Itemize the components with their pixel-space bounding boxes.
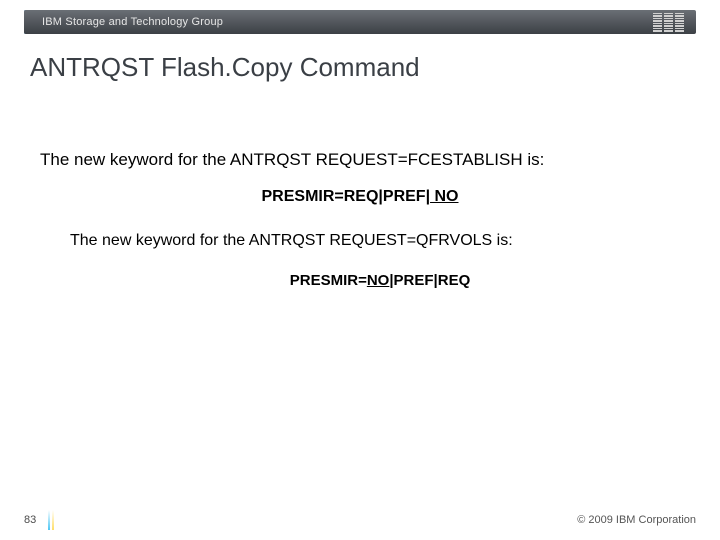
department-label: IBM Storage and Technology Group bbox=[42, 16, 223, 28]
code2-suffix: |PREF|REQ bbox=[389, 272, 470, 289]
footer: 83 © 2009 IBM Corporation bbox=[24, 514, 696, 526]
ibm-logo-icon bbox=[653, 13, 684, 32]
code2-default: NO bbox=[367, 272, 390, 289]
intro-text-1: The new keyword for the ANTRQST REQUEST=… bbox=[40, 150, 680, 170]
page-number: 83 bbox=[24, 514, 36, 526]
code1-prefix: PRESMIR=REQ|PREF| bbox=[262, 188, 431, 205]
code1-default: NO bbox=[430, 188, 458, 205]
header-bar: IBM Storage and Technology Group bbox=[24, 10, 696, 34]
code2-prefix: PRESMIR= bbox=[290, 272, 367, 289]
page-title: ANTRQST Flash.Copy Command bbox=[30, 52, 420, 83]
intro-text-2: The new keyword for the ANTRQST REQUEST=… bbox=[70, 232, 680, 250]
keyword-code-1: PRESMIR=REQ|PREF| NO bbox=[0, 188, 720, 206]
keyword-code-2: PRESMIR=NO|PREF|REQ bbox=[0, 272, 720, 289]
copyright: © 2009 IBM Corporation bbox=[577, 514, 696, 526]
